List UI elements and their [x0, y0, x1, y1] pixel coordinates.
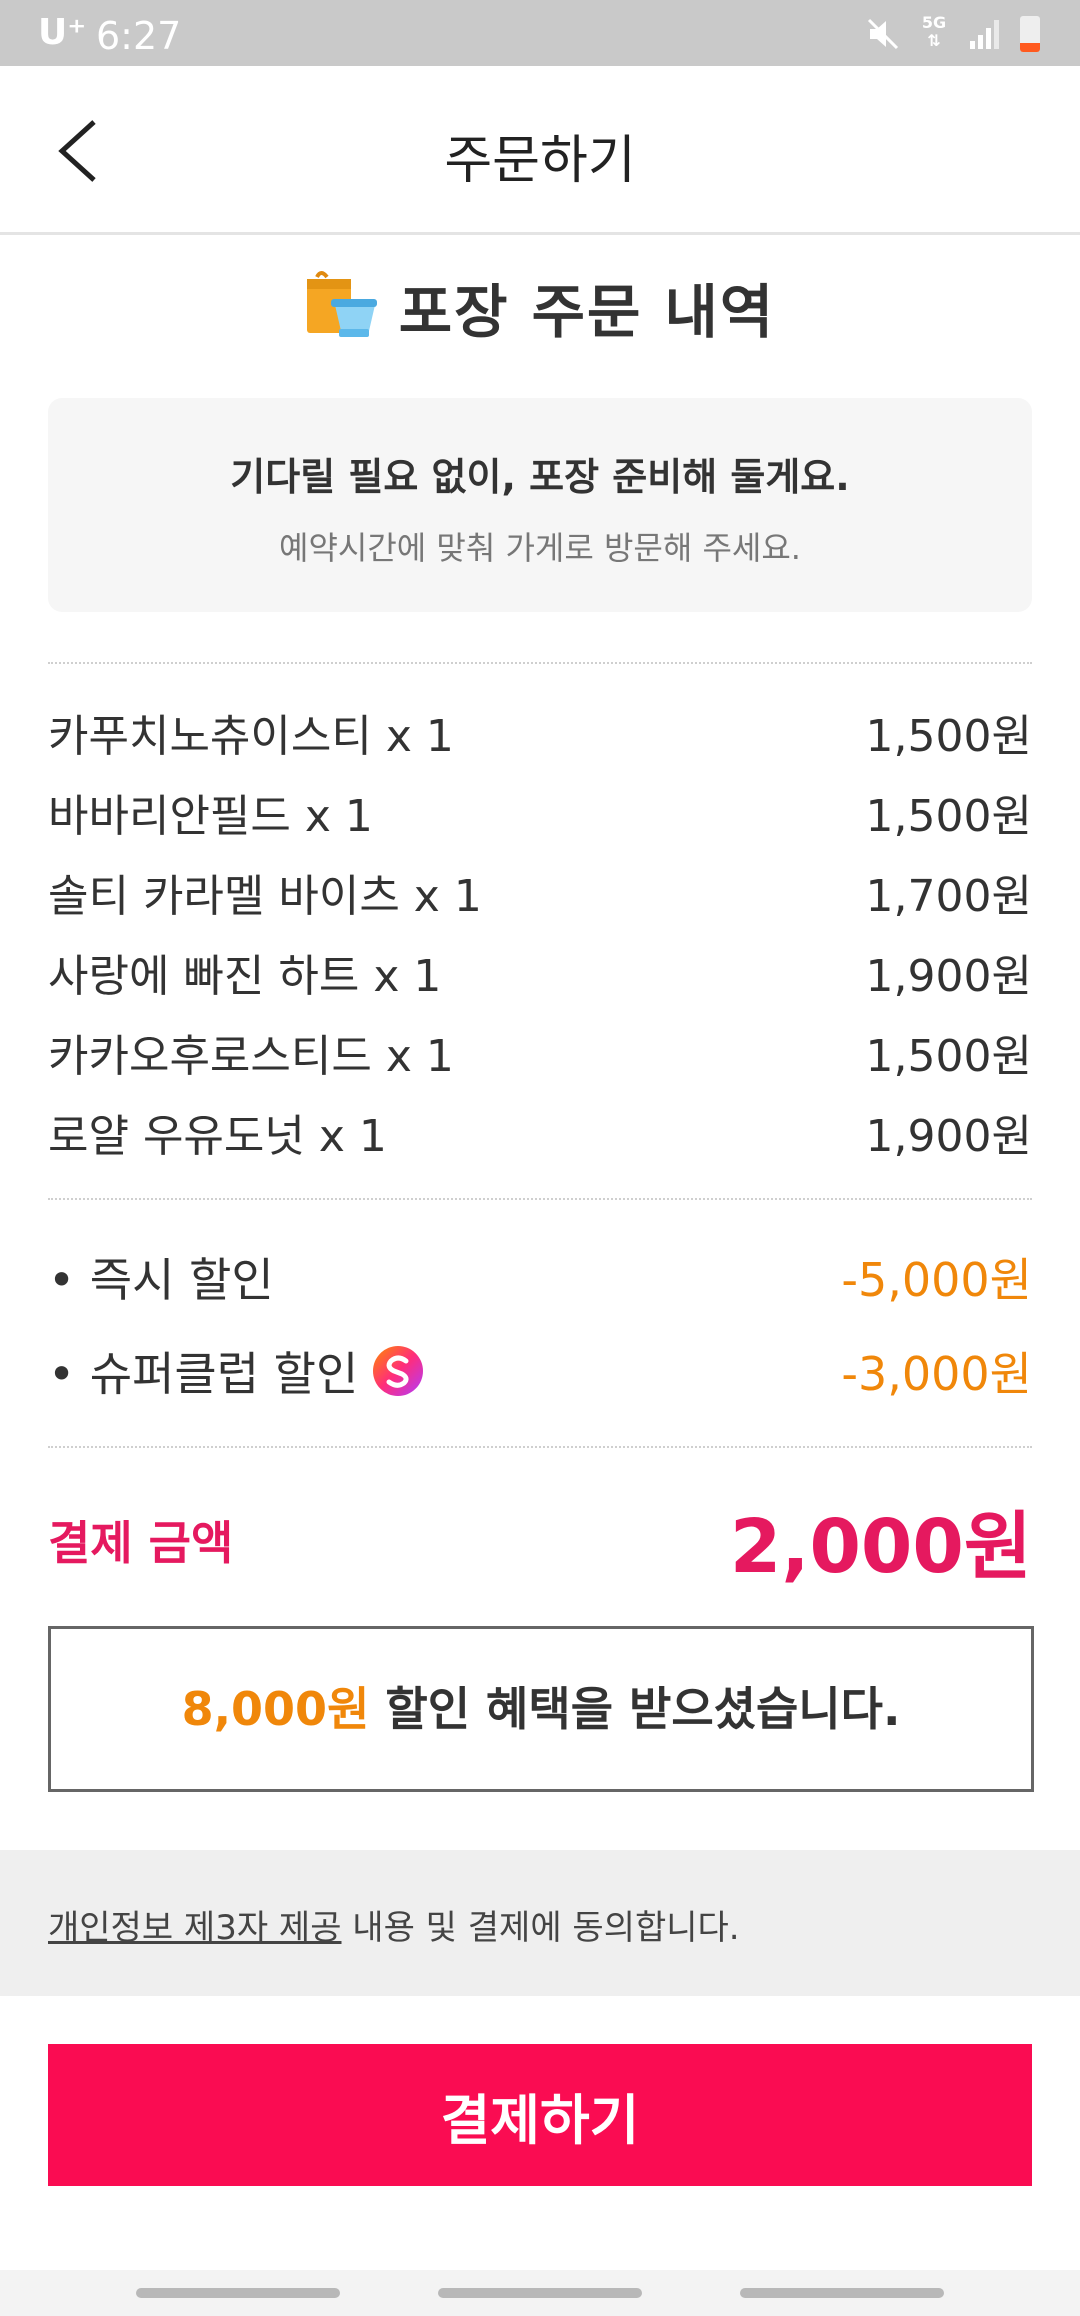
status-icons: 5G ⇅	[866, 14, 1040, 54]
discount-label: • 즉시 할인	[48, 1253, 274, 1307]
privacy-third-party-link[interactable]: 개인정보 제3자 제공	[48, 1908, 342, 1948]
benefit-amount: 8,000원	[181, 1682, 370, 1736]
5g-icon: 5G ⇅	[921, 13, 947, 50]
list-item: 사랑에 빠진 하트 x 1 1,900원	[48, 932, 1032, 1012]
nav-home-button[interactable]	[438, 2288, 642, 2298]
discount-list: • 즉시 할인 -5,000원 • 슈퍼클럽 할인 -3,000원	[48, 1230, 1032, 1418]
item-name: 바바리안필드 x 1	[48, 791, 373, 842]
item-price: 1,500원	[865, 791, 1032, 842]
total-amount: 2,000원	[729, 1503, 1032, 1590]
list-item: 카푸치노츄이스티 x 1 1,500원	[48, 692, 1032, 772]
item-name: 솔티 카라멜 바이츠 x 1	[48, 871, 482, 922]
instant-discount-row: • 즉시 할인 -5,000원	[48, 1230, 1032, 1324]
total-row: 결제 금액 2,000원	[48, 1490, 1032, 1590]
item-price: 1,500원	[865, 711, 1032, 762]
total-label: 결제 금액	[48, 1516, 234, 1570]
signal-icon	[970, 20, 999, 49]
super-club-discount-row: • 슈퍼클럽 할인 -3,000원	[48, 1324, 1032, 1418]
battery-low-icon	[1020, 16, 1040, 52]
divider	[48, 1198, 1032, 1200]
item-name: 카카오후로스티드 x 1	[48, 1031, 454, 1082]
app-header: 주문하기	[0, 66, 1080, 235]
divider	[48, 662, 1032, 664]
super-club-badge-icon	[373, 1346, 424, 1396]
item-price: 1,900원	[865, 951, 1032, 1002]
item-price: 1,500원	[865, 1031, 1032, 1082]
discount-amount: -3,000원	[841, 1347, 1032, 1401]
pay-button[interactable]: 결제하기	[48, 2044, 1032, 2186]
item-name: 사랑에 빠진 하트 x 1	[48, 951, 442, 1002]
system-nav-bar	[0, 2270, 1080, 2316]
section-title: 포장 주문 내역	[398, 278, 776, 346]
takeout-bag-icon	[306, 271, 377, 337]
benefit-box: 8,000원 할인 혜택을 받으셨습니다.	[48, 1626, 1034, 1792]
section-heading: 포장 주문 내역	[0, 262, 1080, 352]
nav-recents-button[interactable]	[136, 2288, 340, 2298]
item-name: 로얄 우유도넛 x 1	[48, 1111, 387, 1162]
list-item: 바바리안필드 x 1 1,500원	[48, 772, 1032, 852]
divider	[48, 1446, 1032, 1448]
item-price: 1,900원	[865, 1111, 1032, 1162]
item-name: 카푸치노츄이스티 x 1	[48, 711, 454, 762]
status-time: 6:27	[96, 14, 182, 58]
list-item: 솔티 카라멜 바이츠 x 1 1,700원	[48, 852, 1032, 932]
consent-band: 개인정보 제3자 제공 내용 및 결제에 동의합니다.	[0, 1850, 1080, 1996]
item-price: 1,700원	[865, 871, 1032, 922]
notice-sub-text: 예약시간에 맞춰 가게로 방문해 주세요.	[279, 529, 801, 567]
notice-box: 기다릴 필요 없이, 포장 준비해 둘게요. 예약시간에 맞춰 가게로 방문해 …	[48, 398, 1032, 612]
benefit-text: 할인 혜택을 받으셨습니다.	[369, 1682, 901, 1736]
list-item: 카카오후로스티드 x 1 1,500원	[48, 1012, 1032, 1092]
discount-label: • 슈퍼클럽 할인	[48, 1347, 359, 1401]
list-item: 로얄 우유도넛 x 1 1,900원	[48, 1092, 1032, 1172]
status-bar: U⁺ 6:27 5G ⇅	[0, 0, 1080, 66]
page-title: 주문하기	[444, 131, 636, 191]
order-items-list: 카푸치노츄이스티 x 1 1,500원 바바리안필드 x 1 1,500원 솔티…	[48, 692, 1032, 1172]
carrier-label: U⁺	[38, 12, 87, 53]
mute-icon	[867, 18, 899, 50]
consent-text: 내용 및 결제에 동의합니다.	[341, 1908, 740, 1948]
discount-amount: -5,000원	[841, 1253, 1032, 1307]
notice-main-text: 기다릴 필요 없이, 포장 준비해 둘게요.	[230, 455, 850, 499]
nav-back-button[interactable]	[740, 2288, 944, 2298]
network-label: 5G	[921, 13, 947, 32]
